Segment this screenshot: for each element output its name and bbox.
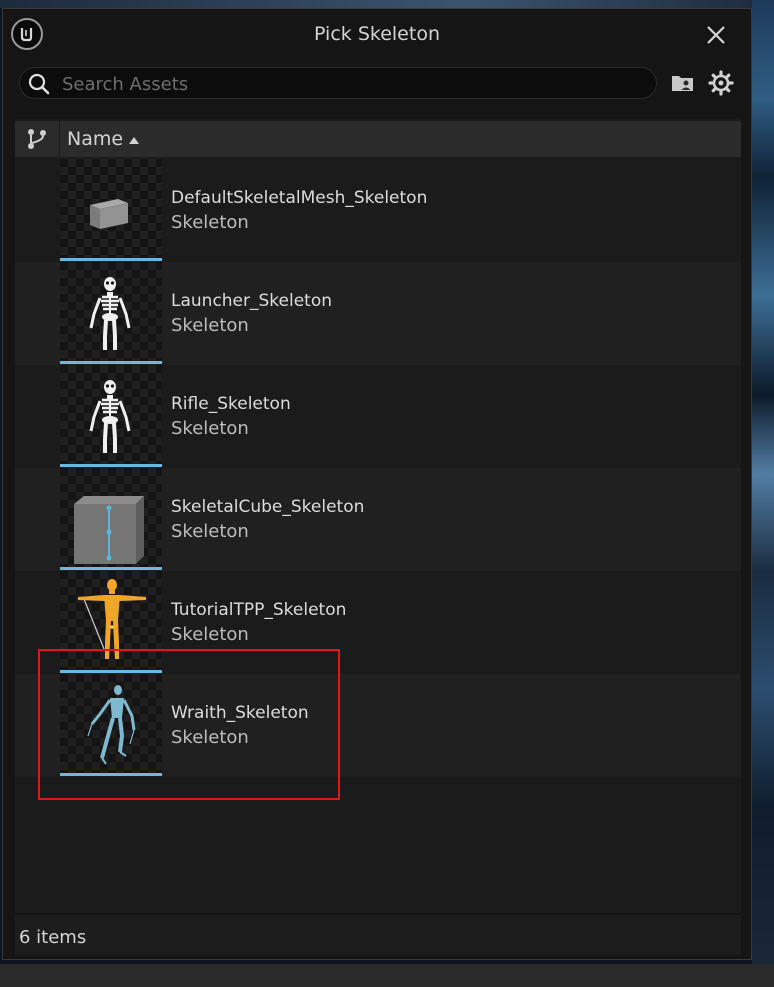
search-box[interactable] bbox=[19, 67, 657, 99]
asset-name: Launcher_Skeleton bbox=[171, 291, 333, 311]
list-item[interactable]: Launcher_Skeleton Skeleton bbox=[15, 262, 741, 365]
status-footer: 6 items bbox=[15, 915, 741, 955]
gray-cube-thumbnail-icon bbox=[74, 496, 144, 564]
search-toolbar bbox=[17, 65, 747, 103]
asset-type-color-bar bbox=[60, 567, 162, 570]
source-control-column[interactable] bbox=[15, 121, 60, 157]
asset-thumbnail bbox=[60, 468, 162, 567]
asset-type: Skeleton bbox=[171, 418, 249, 439]
gear-icon bbox=[708, 70, 734, 96]
asset-name: TutorialTPP_Skeleton bbox=[171, 600, 347, 620]
asset-type: Skeleton bbox=[171, 624, 249, 645]
folder-button[interactable] bbox=[669, 69, 697, 97]
asset-type-color-bar bbox=[60, 464, 162, 467]
list-header: Name bbox=[15, 121, 741, 157]
asset-thumbnail bbox=[60, 262, 162, 361]
asset-type: Skeleton bbox=[171, 212, 249, 233]
branch-icon bbox=[28, 129, 46, 149]
list-item[interactable]: DefaultSkeletalMesh_Skeleton Skeleton bbox=[15, 159, 741, 262]
selection-highlight-box bbox=[38, 649, 340, 800]
list-item[interactable]: SkeletalCube_Skeleton Skeleton bbox=[15, 468, 741, 571]
background-bottom-bar bbox=[0, 964, 774, 987]
background-app-strip bbox=[0, 0, 774, 8]
sort-ascending-icon[interactable] bbox=[129, 137, 139, 144]
asset-type: Skeleton bbox=[171, 315, 249, 336]
white-skeleton-thumbnail-icon bbox=[89, 277, 131, 350]
asset-thumbnail bbox=[60, 159, 162, 258]
search-input[interactable] bbox=[60, 71, 654, 97]
background-viewport bbox=[752, 0, 774, 987]
close-button[interactable] bbox=[703, 22, 729, 48]
asset-type: Skeleton bbox=[171, 521, 249, 542]
gray-box-thumbnail-icon bbox=[90, 199, 128, 229]
dialog-titlebar: Pick Skeleton bbox=[3, 9, 751, 63]
asset-type-color-bar bbox=[60, 258, 162, 261]
asset-name: DefaultSkeletalMesh_Skeleton bbox=[171, 188, 428, 208]
white-skeleton-thumbnail-icon bbox=[89, 380, 131, 453]
search-icon bbox=[28, 73, 50, 95]
asset-name: SkeletalCube_Skeleton bbox=[171, 497, 365, 517]
asset-thumbnail bbox=[60, 365, 162, 464]
list-item[interactable]: Rifle_Skeleton Skeleton bbox=[15, 365, 741, 468]
asset-type-color-bar bbox=[60, 361, 162, 364]
asset-name: Rifle_Skeleton bbox=[171, 394, 291, 414]
folder-icon bbox=[672, 76, 693, 91]
item-count: 6 items bbox=[19, 927, 87, 948]
settings-button[interactable] bbox=[707, 69, 735, 97]
pick-skeleton-dialog: Pick Skeleton Search Assets Name Default… bbox=[2, 8, 752, 960]
name-column-header[interactable]: Name bbox=[67, 128, 123, 150]
dialog-title: Pick Skeleton bbox=[314, 23, 440, 45]
close-icon bbox=[707, 26, 725, 44]
